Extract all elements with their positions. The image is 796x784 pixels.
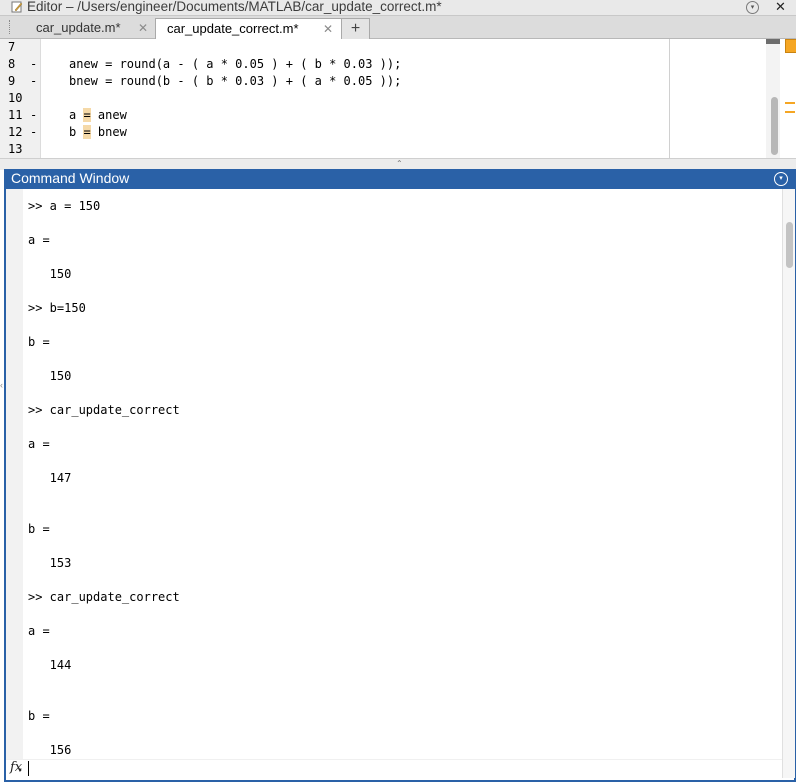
command-window-frame[interactable] bbox=[4, 189, 796, 782]
tab-label: car_update_correct.m* bbox=[167, 21, 299, 36]
function-browser-arrow-icon[interactable]: ▼ bbox=[17, 768, 23, 774]
command-output-line: a = bbox=[28, 437, 50, 451]
tab-label: car_update.m* bbox=[36, 20, 121, 35]
command-output-line: a = bbox=[28, 624, 50, 638]
editor-title-bar: Editor – /Users/engineer/Documents/MATLA… bbox=[0, 0, 796, 16]
tab-close-icon[interactable]: ✕ bbox=[138, 18, 148, 38]
code-line[interactable]: anew = round(a - ( a * 0.05 ) + ( b * 0.… bbox=[69, 57, 401, 71]
command-output-line: >> car_update_correct bbox=[28, 403, 180, 417]
breakpoint-marker[interactable]: - bbox=[30, 74, 37, 88]
code-line[interactable]: b = bnew bbox=[69, 125, 127, 139]
warning-highlight[interactable]: = bbox=[83, 108, 91, 122]
command-output-line: 150 bbox=[28, 267, 72, 281]
tab-bar-grip[interactable] bbox=[9, 20, 12, 34]
command-output-line: >> car_update_correct bbox=[28, 590, 180, 604]
breakpoint-marker[interactable]: - bbox=[30, 125, 37, 139]
code-text: anew bbox=[90, 108, 127, 122]
line-number: 13 bbox=[8, 142, 23, 156]
command-output-line: 153 bbox=[28, 556, 72, 570]
command-output-line: >> b=150 bbox=[28, 301, 86, 315]
command-output-line: b = bbox=[28, 522, 50, 536]
scrollbar-top-marker bbox=[766, 39, 780, 44]
command-output-line: >> a = 150 bbox=[28, 199, 101, 213]
editor-tab-bar: car_update.m* ✕ car_update_correct.m* ✕ … bbox=[0, 16, 796, 39]
line-number: 8 bbox=[8, 57, 16, 71]
code-text: b bbox=[69, 125, 84, 139]
command-window-scrollbar[interactable] bbox=[782, 189, 795, 778]
command-output-line: 144 bbox=[28, 658, 72, 672]
code-analyzer-warning-marker[interactable] bbox=[785, 102, 795, 113]
text-cursor bbox=[28, 761, 29, 776]
code-text: a bbox=[69, 108, 84, 122]
code-line[interactable]: a = anew bbox=[69, 108, 127, 122]
command-output-line: 156 bbox=[28, 743, 72, 757]
line-number: 9 bbox=[8, 74, 16, 88]
code-analyzer-status-icon[interactable] bbox=[785, 39, 796, 53]
code-text: bnew bbox=[90, 125, 127, 139]
code-line[interactable]: bnew = round(b - ( b * 0.03 ) + ( a * 0.… bbox=[69, 74, 401, 88]
tab-car-update-correct[interactable]: car_update_correct.m* ✕ bbox=[155, 18, 342, 39]
command-input-line[interactable] bbox=[6, 759, 782, 779]
command-output-line: a = bbox=[28, 233, 50, 247]
command-output-line: 150 bbox=[28, 369, 72, 383]
new-tab-button[interactable]: + bbox=[341, 18, 370, 39]
breakpoint-marker[interactable]: - bbox=[30, 108, 37, 122]
tab-car-update[interactable]: car_update.m* ✕ bbox=[16, 18, 154, 38]
command-window-title: Command Window bbox=[11, 170, 130, 186]
warning-highlight[interactable]: = bbox=[83, 125, 91, 139]
command-output-line: b = bbox=[28, 335, 50, 349]
line-number: 7 bbox=[8, 40, 16, 54]
close-editor-icon[interactable]: ✕ bbox=[775, 0, 786, 15]
command-output-line: b = bbox=[28, 709, 50, 723]
editor-document-icon bbox=[11, 1, 23, 13]
breakpoint-marker[interactable]: - bbox=[30, 57, 37, 71]
collapse-panel-icon[interactable]: ‹ bbox=[0, 380, 3, 390]
editor-actions-menu-icon[interactable]: ▾ bbox=[746, 1, 759, 14]
command-window-actions-menu-icon[interactable]: ▾ bbox=[774, 172, 788, 186]
line-number: 12 bbox=[8, 125, 23, 139]
command-window-scrollbar-thumb[interactable] bbox=[786, 222, 793, 268]
command-output-line: 147 bbox=[28, 471, 72, 485]
tab-close-icon[interactable]: ✕ bbox=[323, 19, 333, 39]
code-editor[interactable]: 7 8 - anew = round(a - ( a * 0.05 ) + ( … bbox=[0, 39, 796, 158]
editor-title: Editor – /Users/engineer/Documents/MATLA… bbox=[27, 0, 442, 14]
line-number: 11 bbox=[8, 108, 23, 122]
command-window-header: Command Window ▾ bbox=[4, 169, 796, 189]
line-number: 10 bbox=[8, 91, 23, 105]
splitter-arrow-icon[interactable]: ⌃ bbox=[396, 159, 403, 168]
right-text-margin-line bbox=[669, 39, 670, 158]
editor-scrollbar-thumb[interactable] bbox=[771, 97, 778, 155]
command-window-margin bbox=[6, 189, 23, 759]
